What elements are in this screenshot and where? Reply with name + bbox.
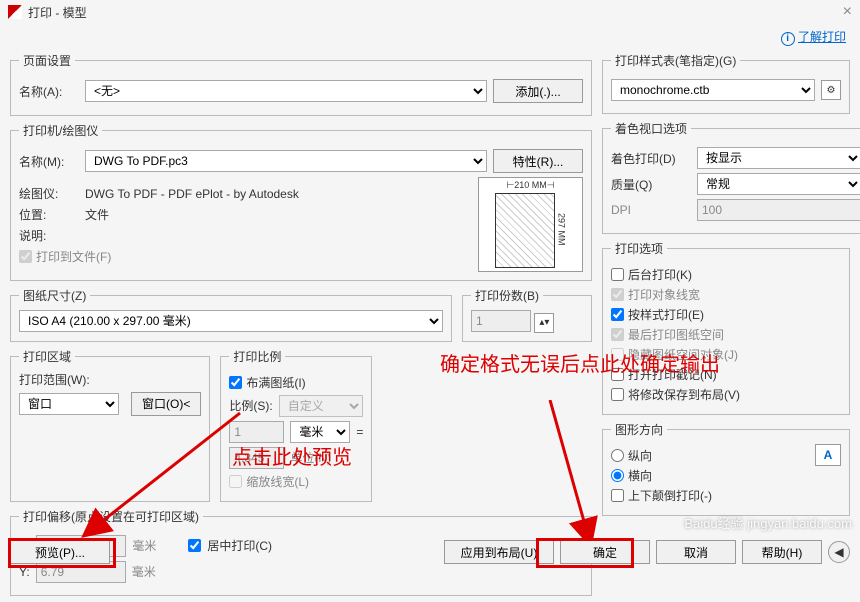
landscape-radio[interactable]	[611, 469, 624, 482]
papersize-select[interactable]: ISO A4 (210.00 x 297.00 毫米)	[19, 310, 443, 332]
cancel-button[interactable]: 取消	[656, 540, 736, 564]
fit-check[interactable]	[229, 376, 242, 389]
copies-input	[471, 310, 531, 332]
printer-group: 打印机/绘图仪 名称(M): DWG To PDF.pc3 特性(R)... 绘…	[10, 122, 592, 281]
opt-last-check	[611, 328, 624, 341]
opt-stamp-check[interactable]	[611, 368, 624, 381]
paper-preview: ⊢ 210 MM ⊣ 297 MM	[478, 177, 583, 272]
pagesetup-name-select[interactable]: <无>	[85, 80, 487, 102]
scale-label: 比例(S):	[229, 397, 272, 414]
scale-select: 自定义	[279, 395, 364, 417]
scale-unit1[interactable]: 毫米	[290, 421, 350, 443]
papersize-group: 图纸尺寸(Z) ISO A4 (210.00 x 297.00 毫米)	[10, 287, 452, 342]
options-legend: 打印选项	[611, 240, 667, 257]
styletable-select[interactable]: monochrome.ctb	[611, 79, 815, 101]
styletable-group: 打印样式表(笔指定)(G) monochrome.ctb ⚙	[602, 52, 850, 114]
plotter-value: DWG To PDF - PDF ePlot - by Autodesk	[85, 187, 299, 201]
close-icon[interactable]: ×	[843, 3, 852, 21]
printer-legend: 打印机/绘图仪	[19, 122, 102, 139]
spinner-icon[interactable]: ▴▾	[534, 313, 554, 333]
shadeprint-label: 着色打印(D)	[611, 150, 691, 167]
props-button[interactable]: 特性(R)...	[493, 149, 583, 173]
window-button[interactable]: 窗口(O)<	[131, 392, 201, 416]
shaded-group: 着色视口选项 着色打印(D) 按显示 质量(Q) 常规 DPI	[602, 120, 860, 234]
opt-save-check[interactable]	[611, 388, 624, 401]
add-button[interactable]: 添加(.)...	[493, 79, 583, 103]
orientation-icon: A	[815, 444, 841, 466]
learn-print-link[interactable]: 了解打印	[798, 30, 846, 44]
area-legend: 打印区域	[19, 348, 75, 365]
help-button[interactable]: 帮助(H)	[742, 540, 822, 564]
options-group: 打印选项 后台打印(K) 打印对象线宽 按样式打印(E) 最后打印图纸空间 隐藏…	[602, 240, 850, 415]
preview-button[interactable]: 预览(P)...	[10, 540, 110, 564]
copies-group: 打印份数(B) ▴▾	[462, 287, 592, 342]
orientation-group: 图形方向 纵向 横向 上下颠倒打印(-) A	[602, 421, 850, 516]
quality-select[interactable]: 常规	[697, 173, 860, 195]
scalelw-label: 缩放线宽(L)	[246, 473, 309, 490]
range-label: 打印范围(W):	[19, 371, 201, 388]
portrait-radio[interactable]	[611, 449, 624, 462]
expand-icon[interactable]: ◀	[828, 541, 850, 563]
opt-bg-check[interactable]	[611, 268, 624, 281]
page-setup-group: 页面设置 名称(A): <无> 添加(.)...	[10, 52, 592, 116]
desc-label: 说明:	[19, 227, 79, 244]
shadeprint-select[interactable]: 按显示	[697, 147, 860, 169]
opt-hide-check	[611, 348, 624, 361]
scale-legend: 打印比例	[229, 348, 285, 365]
location-value: 文件	[85, 206, 109, 223]
range-select[interactable]: 窗口	[19, 393, 119, 415]
area-group: 打印区域 打印范围(W): 窗口 窗口(O)<	[10, 348, 210, 502]
offset-legend: 打印偏移(原点设置在可打印区域)	[19, 508, 203, 525]
opt-style-check[interactable]	[611, 308, 624, 321]
upsidedown-check[interactable]	[611, 489, 624, 502]
plotter-label: 绘图仪:	[19, 185, 79, 202]
shaded-legend: 着色视口选项	[611, 120, 691, 137]
app-icon	[8, 5, 22, 19]
print-to-file-check	[19, 250, 32, 263]
scale-val2	[229, 447, 284, 469]
orientation-legend: 图形方向	[611, 421, 667, 438]
dpi-label: DPI	[611, 203, 691, 217]
printer-name-label: 名称(M):	[19, 153, 79, 170]
opt-lw-check	[611, 288, 624, 301]
gear-icon[interactable]: ⚙	[821, 80, 841, 100]
scale-val1	[229, 421, 284, 443]
dpi-input	[697, 199, 860, 221]
pagesetup-name-label: 名称(A):	[19, 83, 79, 100]
papersize-legend: 图纸尺寸(Z)	[19, 287, 90, 304]
titlebar: 打印 - 模型 ×	[0, 0, 860, 24]
window-title: 打印 - 模型	[28, 4, 87, 21]
page-setup-legend: 页面设置	[19, 52, 75, 69]
location-label: 位置:	[19, 206, 79, 223]
styletable-legend: 打印样式表(笔指定)(G)	[611, 52, 740, 69]
copies-legend: 打印份数(B)	[471, 287, 543, 304]
scale-unit2: 单位(N)	[290, 449, 331, 466]
quality-label: 质量(Q)	[611, 176, 691, 193]
apply-layout-button[interactable]: 应用到布局(U)	[444, 540, 554, 564]
printer-name-select[interactable]: DWG To PDF.pc3	[85, 150, 487, 172]
print-to-file-label: 打印到文件(F)	[36, 248, 111, 265]
scale-group: 打印比例 布满图纸(I) 比例(S):自定义 毫米= 单位(N) 缩放线宽(L)	[220, 348, 372, 502]
ok-button[interactable]: 确定	[560, 540, 650, 564]
fit-label: 布满图纸(I)	[246, 374, 305, 391]
info-icon: i	[781, 32, 795, 46]
scalelw-check	[229, 475, 242, 488]
watermark: Baidu经验 jingyan.baidu.com	[684, 513, 852, 532]
